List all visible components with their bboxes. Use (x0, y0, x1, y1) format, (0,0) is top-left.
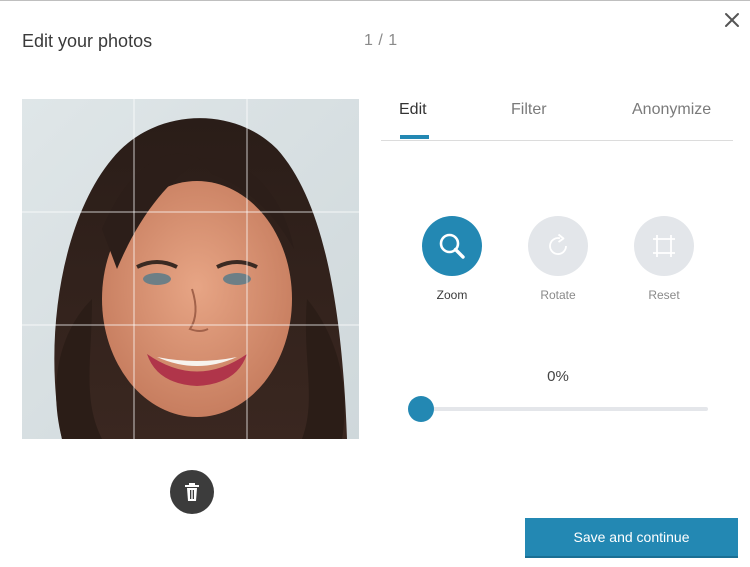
zoom-label: Zoom (436, 288, 468, 302)
save-and-continue-button[interactable]: Save and continue (525, 518, 738, 556)
photo-counter: 1 / 1 (364, 32, 398, 49)
zoom-slider-handle[interactable] (408, 396, 434, 422)
trash-icon (185, 483, 199, 501)
page-title: Edit your photos (22, 31, 153, 51)
close-icon[interactable] (720, 8, 744, 32)
delete-photo-button[interactable] (170, 470, 214, 514)
zoom-percent: 0% (547, 368, 569, 385)
tab-edit[interactable]: Edit (399, 101, 427, 119)
zoom-tool-button[interactable]: Zoom (421, 216, 483, 302)
active-tab-indicator (400, 135, 429, 139)
crop-frame-icon (653, 235, 675, 257)
rotate-label: Rotate (540, 288, 576, 302)
tab-anonymize[interactable]: Anonymize (632, 101, 711, 119)
tab-filter[interactable]: Filter (511, 101, 547, 119)
edit-tabs: Edit Filter Anonymize (381, 88, 733, 141)
reset-label: Reset (648, 288, 680, 302)
reset-tool-button[interactable]: Reset (633, 216, 695, 302)
rotate-icon (549, 233, 567, 255)
top-divider (0, 0, 750, 1)
photo-preview[interactable] (22, 99, 359, 439)
magnifier-icon (439, 233, 465, 259)
zoom-slider-track[interactable] (421, 407, 708, 411)
rotate-tool-button[interactable]: Rotate (527, 216, 589, 302)
